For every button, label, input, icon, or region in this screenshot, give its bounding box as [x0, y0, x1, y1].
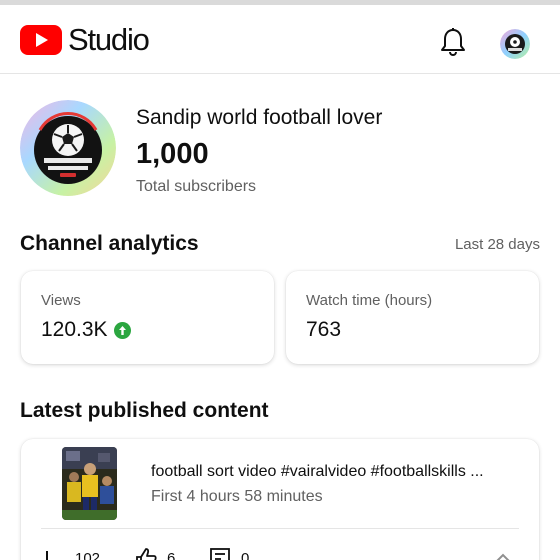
channel-logo-icon — [20, 100, 116, 196]
comment-icon — [210, 548, 230, 560]
video-thumbnail[interactable] — [62, 447, 117, 520]
bell-icon[interactable] — [439, 27, 467, 57]
video-likes-stat: 6 — [135, 547, 175, 560]
latest-content-heading: Latest published content — [20, 399, 269, 422]
video-views-count: 102 — [75, 549, 101, 560]
analytics-heading: Channel analytics — [20, 232, 199, 255]
subscriber-label: Total subscribers — [136, 178, 257, 195]
watch-time-label: Watch time (hours) — [306, 292, 433, 309]
video-age: First 4 hours 58 minutes — [151, 488, 323, 505]
views-label: Views — [41, 292, 81, 309]
channel-avatar[interactable] — [20, 100, 116, 196]
account-avatar-icon — [500, 29, 530, 59]
arrow-up-circle-icon — [113, 321, 131, 339]
video-title[interactable]: football sort video #vairalvideo #footba… — [151, 463, 521, 481]
latest-video-card[interactable]: football sort video #vairalvideo #footba… — [21, 439, 539, 560]
thumbs-up-icon — [136, 548, 157, 560]
video-comments-count: 0 — [241, 549, 250, 560]
studio-logo[interactable]: Studio — [20, 22, 150, 57]
subscriber-count: 1,000 — [136, 138, 209, 170]
video-views-stat: 102 — [43, 547, 100, 560]
avatar[interactable] — [500, 29, 530, 59]
video-comments-stat: 0 — [209, 547, 249, 560]
divider — [41, 528, 519, 529]
views-value-row: 120.3K — [41, 318, 131, 342]
logo-text: Studio — [68, 22, 150, 57]
views-value: 120.3K — [41, 318, 108, 341]
chevron-up-icon[interactable] — [493, 551, 513, 560]
video-thumbnail-image — [62, 447, 117, 520]
youtube-logo-icon — [20, 25, 62, 55]
video-likes-count: 6 — [167, 549, 176, 560]
analytics-period: Last 28 days — [454, 236, 540, 253]
channel-summary: Sandip world football lover 1,000 Total … — [0, 98, 560, 198]
top-app-bar: Studio — [0, 5, 560, 74]
watch-time-value: 763 — [306, 318, 342, 341]
channel-name: Sandip world football lover — [136, 106, 383, 129]
views-card[interactable]: Views 120.3K — [21, 271, 274, 364]
watch-time-card[interactable]: Watch time (hours) 763 — [286, 271, 539, 364]
bar-chart-icon — [46, 551, 48, 560]
